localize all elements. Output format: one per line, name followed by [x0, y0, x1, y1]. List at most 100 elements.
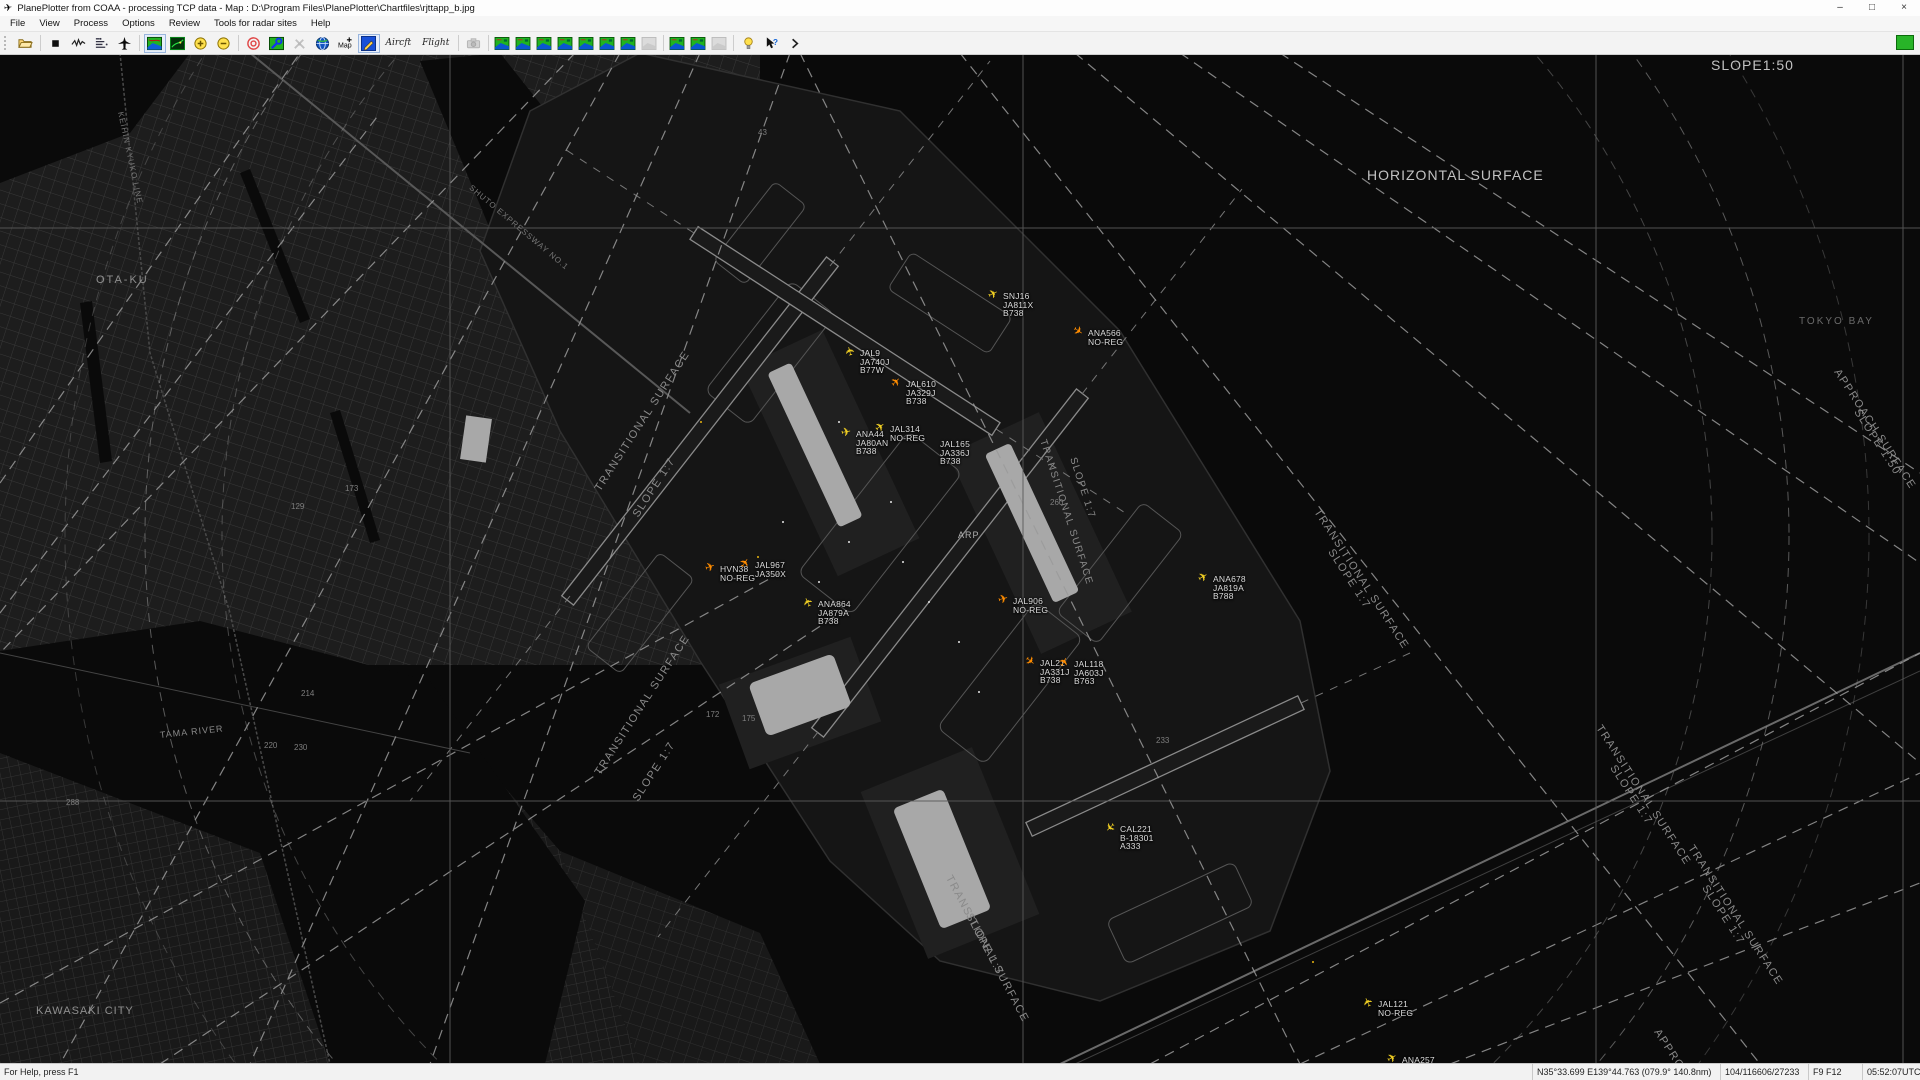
chart-preset-3-button[interactable]: [534, 34, 554, 53]
bulb-icon: [741, 36, 756, 51]
aircraft-jal314[interactable]: ✈JAL314 NO-REG: [880, 427, 881, 428]
aircraft-jal21[interactable]: ✈JAL21 JA331J B738: [1030, 661, 1031, 662]
chart-preset-1-button[interactable]: [492, 34, 512, 53]
chart-preset-9-button[interactable]: [667, 34, 687, 53]
menu-view[interactable]: View: [32, 17, 66, 30]
status-message-counters: 104/116606/27233: [1720, 1064, 1808, 1080]
wrench-icon: [269, 36, 284, 51]
status-bar: For Help, press F1 N35°33.699 E139°44.76…: [0, 1063, 1920, 1080]
aircraft-ana44[interactable]: ✈ANA44 JA80AN B738: [846, 432, 847, 433]
close-button[interactable]: ×: [1888, 0, 1920, 16]
aircft-button[interactable]: Aircft: [381, 34, 417, 53]
map-plus-button[interactable]: [335, 34, 357, 53]
map-label-ota-ku: OTA-KU: [96, 275, 149, 286]
signal-button[interactable]: [68, 34, 90, 53]
zoomin-icon: [193, 36, 208, 51]
flight-button[interactable]: Flight: [417, 34, 454, 53]
camera-button[interactable]: [462, 34, 484, 53]
aircraft-label: ANA864 JA879A B738: [818, 600, 851, 626]
mapplus-icon: [338, 36, 353, 51]
status-function-keys: F9 F12: [1808, 1064, 1862, 1080]
aircraft-label: JAL118 JA603J B763: [1074, 660, 1104, 686]
toolbar-separator: [488, 35, 489, 51]
minimapgray-icon: [641, 37, 657, 50]
minimap-icon: [494, 37, 510, 50]
tip-button[interactable]: [737, 34, 759, 53]
menu-file[interactable]: File: [3, 17, 32, 30]
aircraft-label: SNJ16 JA811X B738: [1003, 292, 1033, 318]
maximize-button[interactable]: □: [1856, 0, 1888, 16]
minimap-icon: [578, 37, 594, 50]
more-tools-button[interactable]: [783, 34, 805, 53]
aircraft-jal610[interactable]: ✈JAL610 JA329J B738: [896, 382, 897, 383]
aircraft-jal118[interactable]: ✈JAL118 JA603J B763: [1064, 662, 1065, 663]
aircraft-ana566[interactable]: ✈ANA566 NO-REG: [1078, 331, 1079, 332]
radar-icon: [170, 36, 185, 51]
folder-icon: [18, 36, 33, 51]
position-plot-dot: [848, 541, 850, 543]
aircraft-jal906[interactable]: ✈JAL906 NO-REG: [1003, 599, 1004, 600]
zoom-out-button[interactable]: [213, 34, 235, 53]
menu-process[interactable]: Process: [67, 17, 115, 30]
aircraft-label: JAL967 JA350X: [755, 561, 786, 578]
aircraft-jal9[interactable]: ✈JAL9 JA740J B77W: [850, 351, 851, 352]
stop-button[interactable]: [45, 34, 67, 53]
chart-preset-4-button[interactable]: [555, 34, 575, 53]
map-view-button[interactable]: [144, 34, 166, 53]
spot-elevation: 230: [294, 744, 307, 752]
helparrow-icon: [764, 36, 779, 51]
aircraft-label: JAL121 NO-REG: [1378, 1000, 1413, 1017]
minimap-icon: [536, 37, 552, 50]
aircraft-jal121[interactable]: ✈JAL121 NO-REG: [1368, 1002, 1369, 1003]
zoom-in-button[interactable]: [190, 34, 212, 53]
aircraft-jal165[interactable]: JAL165 JA336J B738: [930, 442, 931, 443]
spot-elevation: 172: [706, 711, 719, 719]
window-controls: – □ ×: [1824, 0, 1920, 16]
zoomout-icon: [216, 36, 231, 51]
minimize-button[interactable]: –: [1824, 0, 1856, 16]
aircraft-cal221[interactable]: ✈CAL221 B-18301 A333: [1110, 827, 1111, 828]
aircraft-view-button[interactable]: [114, 34, 136, 53]
menu-bar: FileViewProcessOptionsReviewTools for ra…: [0, 16, 1920, 31]
context-help-button[interactable]: [760, 34, 782, 53]
stop-icon: [48, 36, 63, 51]
position-plot-dot: [757, 556, 759, 558]
minimap-icon: [515, 37, 531, 50]
globe-button[interactable]: [312, 34, 334, 53]
menu-tools-for-radar-sites[interactable]: Tools for radar sites: [207, 17, 304, 30]
menu-review[interactable]: Review: [162, 17, 207, 30]
toolbar-grip[interactable]: [4, 36, 10, 50]
tools-button[interactable]: [289, 34, 311, 53]
chart-preset-10-button[interactable]: [688, 34, 708, 53]
chart-preset-2-button[interactable]: [513, 34, 533, 53]
radar-view-button[interactable]: [167, 34, 189, 53]
setup-button[interactable]: [266, 34, 288, 53]
menu-options[interactable]: Options: [115, 17, 162, 30]
menu-help[interactable]: Help: [304, 17, 338, 30]
chart-preset-6-button[interactable]: [597, 34, 617, 53]
aircraft-ana678[interactable]: ✈ANA678 JA819A B788: [1203, 577, 1204, 578]
chart-preset-8-button[interactable]: [639, 34, 659, 53]
plane-icon: [117, 36, 132, 51]
position-plot-dot: [818, 581, 820, 583]
map-viewport[interactable]: SLOPE1:50HORIZONTAL SURFACETOKYO BAYOTA-…: [0, 53, 1920, 1064]
levels-button[interactable]: [91, 34, 113, 53]
aircraft-label: JAL165 JA336J B738: [940, 440, 970, 466]
aircraft-ana864[interactable]: ✈ANA864 JA879A B738: [808, 602, 809, 603]
aircraft-ana257[interactable]: ✈ANA257: [1392, 1058, 1393, 1059]
aircraft-hvn38[interactable]: ✈HVN38 NO-REG: [710, 567, 711, 568]
chart-preset-7-button[interactable]: [618, 34, 638, 53]
toolsgray-icon: [292, 36, 307, 51]
aircraft-jal967[interactable]: ✈JAL967 JA350X: [745, 563, 746, 564]
aircraft-snj16[interactable]: ✈SNJ16 JA811X B738: [993, 294, 994, 295]
minimap-icon: [557, 37, 573, 50]
data-status-indicator[interactable]: [1896, 35, 1914, 50]
spot-elevation: 220: [264, 742, 277, 750]
chart-preset-11-button[interactable]: [709, 34, 729, 53]
open-file-button[interactable]: [15, 34, 37, 53]
edit-button[interactable]: [358, 34, 380, 53]
chart-preset-5-button[interactable]: [576, 34, 596, 53]
record-button[interactable]: [243, 34, 265, 53]
spot-elevation: 214: [301, 690, 314, 698]
map-label-arp: ARP: [958, 531, 980, 540]
